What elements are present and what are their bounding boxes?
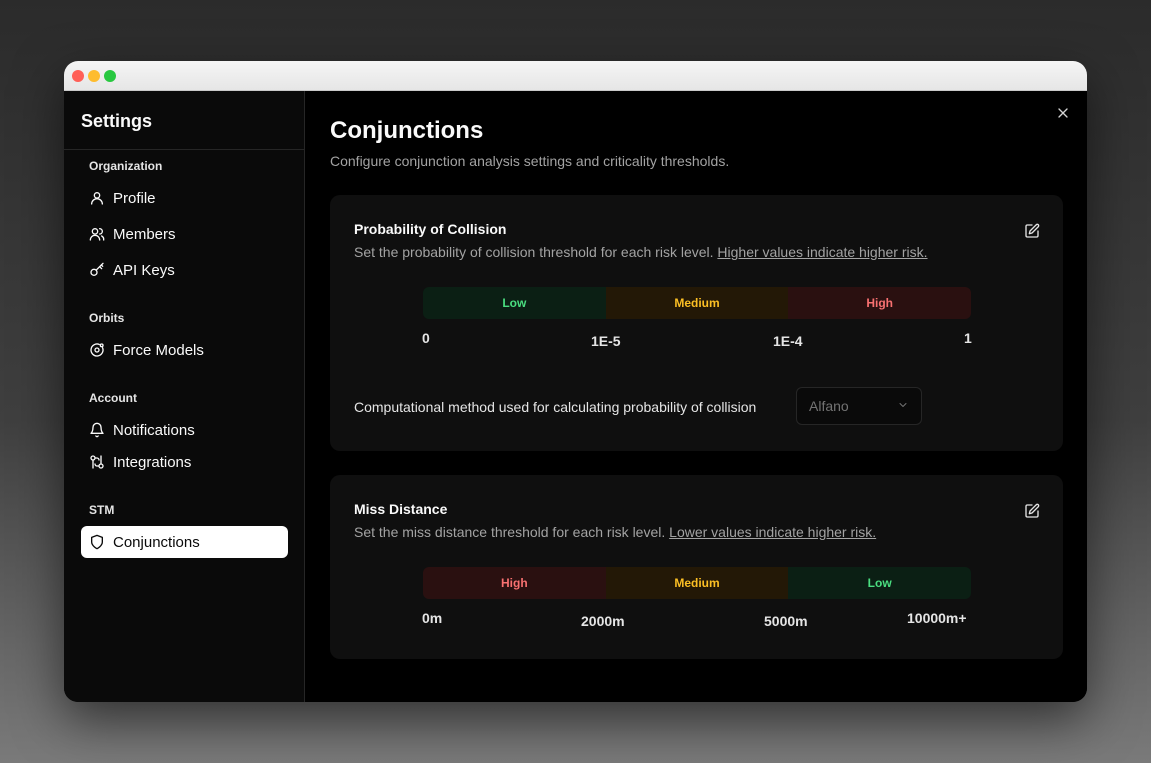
section-account: Account — [89, 391, 137, 405]
user-icon — [89, 190, 105, 206]
threshold-tick[interactable]: 1E-5 — [591, 333, 621, 349]
page-subtitle: Configure conjunction analysis settings … — [330, 153, 730, 169]
close-window-button[interactable] — [72, 70, 84, 82]
risk-segment-medium: Medium — [605, 287, 789, 319]
integrations-icon — [89, 454, 105, 470]
risk-hint-link[interactable]: Higher values indicate higher risk. — [717, 244, 927, 260]
risk-segment-medium: Medium — [605, 567, 789, 599]
sidebar-item-force-models[interactable]: Force Models — [81, 334, 288, 366]
risk-threshold-bar: High Medium Low — [423, 567, 971, 599]
threshold-tick: 1 — [964, 330, 972, 346]
threshold-tick: 0 — [422, 330, 430, 346]
orbit-icon — [89, 342, 105, 358]
users-icon — [89, 226, 105, 242]
shield-icon — [89, 534, 105, 550]
method-label: Computational method used for calculatin… — [354, 399, 757, 415]
risk-threshold-bar: Low Medium High — [423, 287, 971, 319]
sidebar-item-label: Force Models — [113, 341, 204, 359]
chevron-down-icon — [897, 398, 909, 414]
minimize-window-button[interactable] — [88, 70, 100, 82]
sidebar-item-integrations[interactable]: Integrations — [81, 446, 288, 478]
method-select-value: Alfano — [809, 398, 849, 414]
miss-distance-card: Miss Distance Set the miss distance thre… — [330, 475, 1063, 659]
method-select[interactable]: Alfano — [796, 387, 922, 425]
card-description: Set the probability of collision thresho… — [354, 244, 928, 260]
sidebar-item-label: API Keys — [113, 261, 175, 279]
sidebar-item-label: Profile — [113, 189, 156, 207]
description-text: Set the probability of collision thresho… — [354, 244, 714, 260]
sidebar-title: Settings — [81, 111, 153, 131]
settings-window: Settings Organization Profile Members AP — [64, 61, 1087, 702]
risk-segment-high: High — [788, 287, 971, 319]
risk-hint-link[interactable]: Lower values indicate higher risk. — [669, 524, 876, 540]
threshold-tick: 10000m+ — [907, 610, 967, 626]
page-title: Conjunctions — [330, 117, 484, 144]
sidebar-item-notifications[interactable]: Notifications — [81, 414, 288, 446]
section-orbits: Orbits — [89, 311, 125, 325]
card-title: Probability of Collision — [354, 221, 507, 237]
risk-segment-low: Low — [788, 567, 971, 599]
section-organization: Organization — [89, 159, 163, 173]
card-description: Set the miss distance threshold for each… — [354, 524, 876, 540]
sidebar-item-label: Notifications — [113, 421, 195, 439]
probability-of-collision-card: Probability of Collision Set the probabi… — [330, 195, 1063, 451]
sidebar-divider — [64, 149, 304, 150]
bell-icon — [89, 422, 105, 438]
card-title: Miss Distance — [354, 501, 448, 517]
settings-sidebar: Settings Organization Profile Members AP — [64, 91, 305, 702]
key-icon — [89, 262, 105, 278]
threshold-tick[interactable]: 1E-4 — [773, 333, 803, 349]
description-text: Set the miss distance threshold for each… — [354, 524, 666, 540]
risk-segment-low: Low — [423, 287, 606, 319]
sidebar-item-label: Conjunctions — [113, 533, 200, 551]
edit-icon[interactable] — [1024, 503, 1040, 519]
threshold-tick[interactable]: 5000m — [764, 613, 808, 629]
sidebar-item-conjunctions[interactable]: Conjunctions — [81, 526, 288, 558]
sidebar-item-label: Integrations — [113, 453, 192, 471]
sidebar-item-members[interactable]: Members — [81, 218, 288, 250]
threshold-tick[interactable]: 2000m — [581, 613, 625, 629]
threshold-tick: 0m — [422, 610, 443, 626]
sidebar-item-label: Members — [113, 225, 176, 243]
main-panel: Conjunctions Configure conjunction analy… — [305, 91, 1087, 702]
close-icon[interactable] — [1055, 105, 1071, 121]
maximize-window-button[interactable] — [104, 70, 116, 82]
sidebar-item-profile[interactable]: Profile — [81, 182, 288, 214]
risk-segment-high: High — [423, 567, 606, 599]
window-titlebar — [64, 61, 1087, 91]
section-stm: STM — [89, 503, 115, 517]
sidebar-item-api-keys[interactable]: API Keys — [81, 254, 288, 286]
edit-icon[interactable] — [1024, 223, 1040, 239]
